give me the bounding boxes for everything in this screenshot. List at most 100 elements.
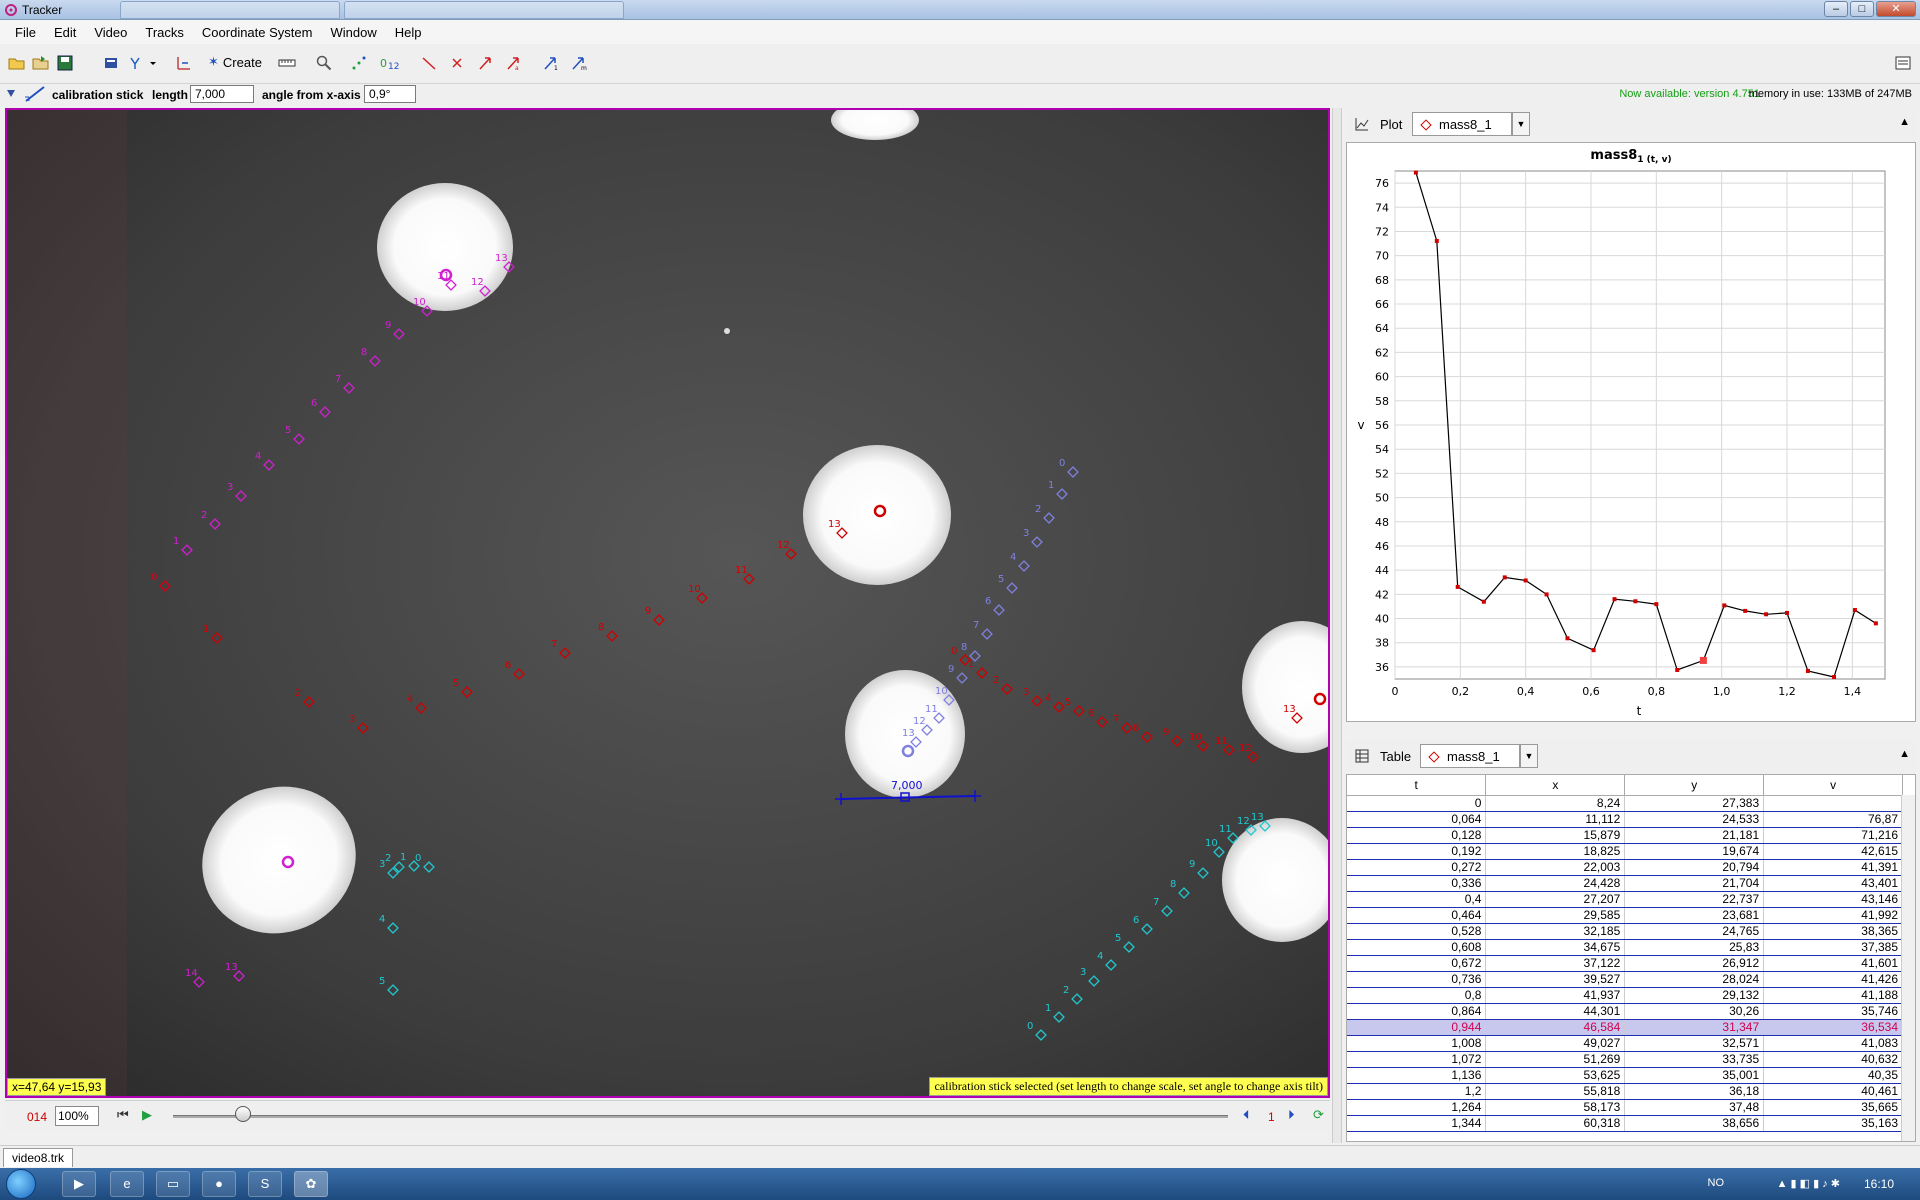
ruler-icon[interactable] [276, 52, 298, 74]
velocity-vector-icon[interactable] [474, 52, 496, 74]
data-point[interactable] [1544, 592, 1549, 597]
table-row[interactable]: 1,008 49,027 32,571 41,083 [1347, 1035, 1903, 1052]
chevron-down-icon[interactable]: ▼ [1520, 744, 1538, 768]
column-header-x[interactable]: x [1485, 775, 1626, 796]
go-to-start-icon[interactable]: ⏮ [117, 1107, 129, 1123]
position-marker-icon[interactable] [446, 52, 468, 74]
data-point[interactable] [1565, 636, 1570, 641]
table-row[interactable]: 0,608 34,675 25,83 37,385 [1347, 939, 1903, 956]
axes-icon[interactable] [172, 52, 194, 74]
menu-coordinate-system[interactable]: Coordinate System [193, 25, 322, 40]
menu-edit[interactable]: Edit [45, 25, 85, 40]
zoom-icon[interactable] [313, 52, 335, 74]
plot-track-dropdown[interactable]: mass8_1 [1412, 112, 1512, 136]
velocity-plot[interactable]: mass81 (t, v) 0 0,2 0,4 0,6 0,8 1,0 1,2 1,4 36 38… [1347, 143, 1915, 721]
update-notice-link[interactable]: Now available: version 4.751 [1619, 88, 1760, 100]
column-header-v[interactable]: v [1763, 775, 1903, 796]
table-row[interactable]: 0,464 29,585 23,681 41,992 [1347, 907, 1903, 924]
table-row[interactable]: 1,072 51,269 33,735 40,632 [1347, 1051, 1903, 1068]
data-point[interactable] [1743, 608, 1748, 613]
menu-window[interactable]: Window [321, 25, 385, 40]
table-track-dropdown[interactable]: mass8_1 [1420, 744, 1520, 768]
data-point[interactable] [1805, 668, 1810, 673]
tracker-taskbar-icon[interactable]: ✿ [294, 1171, 328, 1197]
table-row[interactable]: 0 8,24 27,383 [1347, 795, 1903, 812]
browser-icon[interactable]: e [110, 1171, 144, 1197]
data-point[interactable] [1612, 597, 1617, 602]
file-tab[interactable]: video8.trk [3, 1148, 74, 1167]
create-track-button[interactable]: ✶ Create [208, 54, 262, 70]
data-table[interactable]: txyv 0 8,24 27,383 0,064 11,112 24,533 76,87 0,… [1347, 775, 1903, 1132]
data-point[interactable] [1591, 648, 1596, 653]
data-table-panel[interactable]: txyv 0 8,24 27,383 0,064 11,112 24,533 76,87 0,… [1346, 774, 1916, 1142]
plot-panel[interactable]: mass81 (t, v) 0 0,2 0,4 0,6 0,8 1,0 1,2 1,4 36 38… [1346, 142, 1916, 722]
data-point[interactable] [1633, 599, 1638, 604]
save-icon[interactable] [54, 52, 76, 74]
data-point[interactable] [1654, 602, 1659, 607]
frame-number[interactable]: 014 [27, 1110, 47, 1124]
play-icon[interactable]: ▶ [142, 1107, 152, 1123]
slider-thumb[interactable] [235, 1106, 251, 1122]
table-row[interactable]: 0,128 15,879 21,181 71,216 [1347, 827, 1903, 844]
data-point[interactable] [1455, 584, 1460, 589]
data-point[interactable] [1502, 575, 1507, 580]
collapse-triangle-icon[interactable] [6, 87, 16, 101]
table-row[interactable]: 1,344 60,318 38,656 35,163 [1347, 1115, 1903, 1132]
frame-labels-icon[interactable]: 0 12 [378, 52, 400, 74]
notes-icon[interactable] [1892, 52, 1914, 74]
maximize-button[interactable]: □ [1850, 1, 1874, 17]
menu-help[interactable]: Help [386, 25, 431, 40]
data-point[interactable] [1722, 603, 1727, 608]
trail-line-icon[interactable] [418, 52, 440, 74]
close-button[interactable]: ✕ [1876, 1, 1916, 17]
data-point[interactable] [1523, 578, 1528, 583]
skype-icon[interactable]: S [248, 1171, 282, 1197]
menu-file[interactable]: File [6, 25, 45, 40]
data-point[interactable] [1764, 612, 1769, 617]
loop-icon[interactable]: ⟳ [1313, 1107, 1324, 1123]
column-header-y[interactable]: y [1624, 775, 1765, 796]
data-point[interactable] [1413, 170, 1418, 175]
menu-video[interactable]: Video [85, 25, 136, 40]
system-tray-icons[interactable]: ▲ ▮ ◧ ▮ ♪ ✱ [1777, 1177, 1840, 1190]
data-point[interactable] [1699, 656, 1707, 664]
step-size[interactable]: 1 [1268, 1110, 1275, 1124]
table-row[interactable]: 1,2 55,818 36,18 40,461 [1347, 1083, 1903, 1100]
video-panel[interactable]: 0 1 2 3 4 5 6 7 8 9 10 11 12 13 13 14 0 1 2 3 4 5 6 7 8 9 10 11 12 1… [5, 108, 1330, 1098]
table-row[interactable]: 0,4 27,207 22,737 43,146 [1347, 891, 1903, 908]
table-row[interactable]: 0,528 32,185 24,765 38,365 [1347, 923, 1903, 940]
zoom-field[interactable]: 100% [55, 1106, 99, 1126]
track-path-icon[interactable] [348, 52, 370, 74]
table-row[interactable]: 0,192 18,825 19,674 42,615 [1347, 843, 1903, 860]
table-row[interactable]: 0,8 41,937 29,132 41,188 [1347, 987, 1903, 1004]
data-point[interactable] [1873, 621, 1878, 626]
start-button[interactable] [6, 1169, 36, 1199]
table-row[interactable]: 0,736 39,527 28,024 41,426 [1347, 971, 1903, 988]
column-header-t[interactable]: t [1347, 775, 1487, 796]
track-name-label[interactable]: calibration stick [52, 88, 143, 102]
chevron-down-icon[interactable]: ▼ [1512, 112, 1530, 136]
open-folder-icon[interactable] [6, 52, 28, 74]
coordinate-axes-dropdown-icon[interactable] [126, 52, 160, 74]
folder-icon[interactable]: ▭ [156, 1171, 190, 1197]
collapse-panel-icon[interactable]: ▲ [1899, 748, 1910, 760]
data-point[interactable] [1852, 608, 1857, 613]
step-forward-icon[interactable]: ⏵ [1288, 1107, 1295, 1123]
table-row[interactable]: 0,672 37,122 26,912 41,601 [1347, 955, 1903, 972]
table-row[interactable]: 0,864 44,301 30,26 35,746 [1347, 1003, 1903, 1020]
table-row[interactable]: 0,064 11,112 24,533 76,87 [1347, 811, 1903, 828]
memory-usage[interactable]: memory in use: 133MB of 247MB [1749, 88, 1912, 100]
step-back-icon[interactable]: ⏴ [1243, 1107, 1250, 1123]
table-row[interactable]: 0,944 46,584 31,347 36,534 [1347, 1019, 1903, 1036]
video-frame[interactable]: 0123456789101112131314 01234567891011121… [7, 110, 1330, 1098]
split-pane-divider[interactable] [1332, 108, 1342, 1143]
table-row[interactable]: 1,136 53,625 35,001 40,35 [1347, 1067, 1903, 1084]
minimize-button[interactable]: – [1824, 1, 1848, 17]
angle-field[interactable] [364, 85, 416, 103]
video-clip-icon[interactable] [100, 52, 122, 74]
media-player-icon[interactable]: ▶ [62, 1171, 96, 1197]
length-field[interactable] [190, 85, 254, 103]
open-file-icon[interactable] [30, 52, 52, 74]
collapse-panel-icon[interactable]: ▲ [1899, 116, 1910, 128]
table-row[interactable]: 0,272 22,003 20,794 41,391 [1347, 859, 1903, 876]
